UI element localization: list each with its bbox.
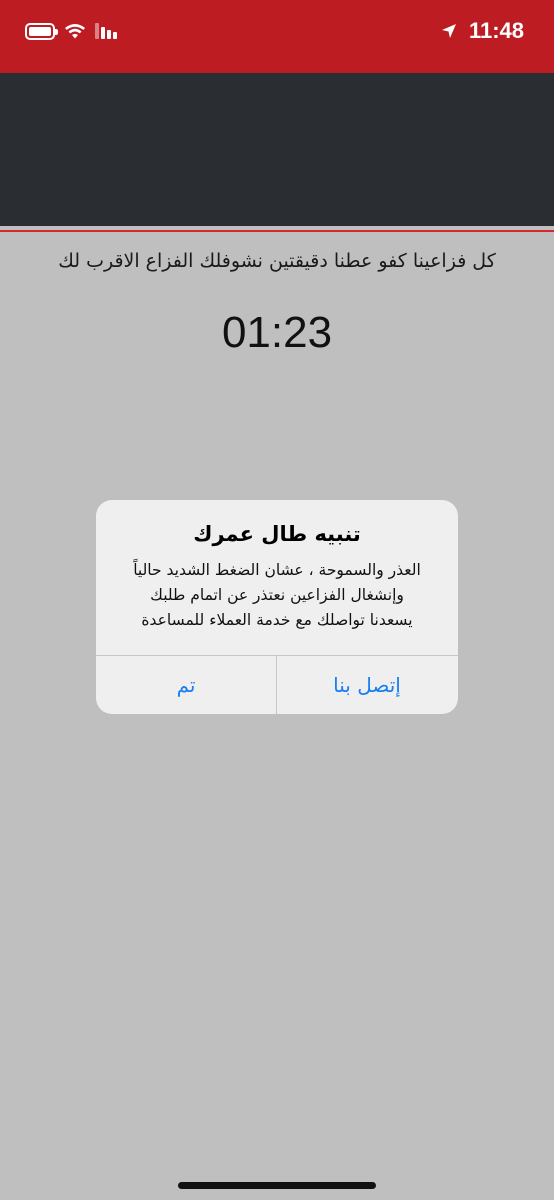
- location-arrow-icon: [441, 24, 456, 38]
- alert-message: العذر والسموحة ، عشان الضغط الشديد حاليا…: [106, 558, 448, 633]
- status-bar: 11:48: [0, 0, 554, 73]
- app-header: [0, 73, 554, 226]
- home-indicator[interactable]: [178, 1182, 376, 1189]
- battery-icon: [25, 22, 58, 40]
- contact-us-button[interactable]: إتصل بنا: [277, 656, 457, 714]
- status-left-icons: [25, 22, 117, 40]
- header-accent-line: [0, 230, 554, 232]
- searching-message: كل فزاعينا كفو عطنا دقيقتين نشوفلك الفزا…: [58, 250, 496, 272]
- countdown-timer: 01:23: [221, 308, 333, 357]
- alert-message-line: يسعدنا تواصلك مع خدمة العملاء للمساعدة: [141, 611, 413, 629]
- status-time: 11:48: [468, 18, 524, 43]
- wifi-icon: [65, 24, 85, 39]
- status-right: 11:48: [441, 18, 524, 44]
- alert-title: تنبيه طال عمرك: [193, 522, 361, 546]
- cellular-signal-icon: [95, 23, 117, 39]
- done-button[interactable]: تم: [96, 656, 276, 714]
- alert-dialog: تنبيه طال عمرك العذر والسموحة ، عشان الض…: [96, 500, 458, 714]
- alert-message-line: وإنشغال الفزاعين نعتذر عن اتمام طلبك: [150, 586, 404, 604]
- alert-message-line: العذر والسموحة ، عشان الضغط الشديد حاليا…: [133, 561, 421, 579]
